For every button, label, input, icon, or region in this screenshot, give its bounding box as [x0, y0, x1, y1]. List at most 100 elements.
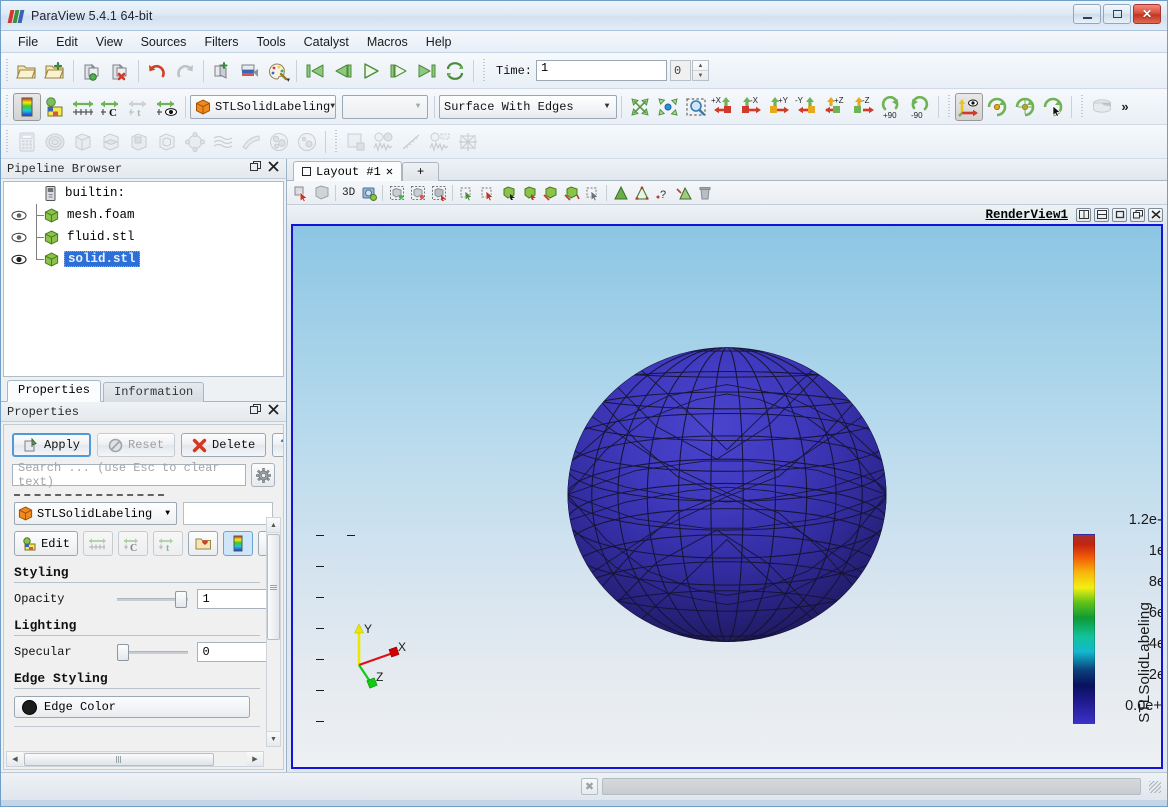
visibility-toggle-solid-stl[interactable] — [8, 254, 30, 265]
rescale-to-custom-icon[interactable]: C — [97, 93, 125, 121]
delete-button[interactable]: Delete — [181, 433, 266, 457]
camera-plus-y-icon[interactable]: +Y — [766, 93, 794, 121]
select-points-through-icon[interactable] — [407, 182, 428, 203]
rescale-to-data-button[interactable] — [83, 531, 113, 556]
view-mode-3d-button[interactable]: 3D — [339, 187, 358, 199]
visibility-toggle-fluid-stl[interactable] — [8, 232, 30, 243]
load-state-icon[interactable] — [106, 57, 134, 85]
pipeline-undock-icon[interactable] — [250, 161, 261, 176]
opacity-input[interactable]: 1 — [197, 589, 275, 609]
render-view[interactable]: Y X Z — [291, 224, 1163, 769]
color-array-combo[interactable]: STLSolidLabeling ▼ — [190, 95, 336, 119]
hover-cells-icon[interactable] — [610, 182, 631, 203]
toolbar-grip[interactable] — [4, 59, 11, 83]
menu-filters[interactable]: Filters — [195, 33, 247, 51]
layout-tab-close-icon[interactable]: ✕ — [386, 164, 393, 179]
close-view-icon[interactable] — [1148, 208, 1163, 222]
specular-input[interactable]: 0 — [197, 642, 275, 662]
search-input[interactable]: Search ... (use Esc to clear text) — [12, 464, 246, 486]
camera-minus-x-icon[interactable]: -X — [738, 93, 766, 121]
color-legend-icon[interactable] — [41, 93, 69, 121]
scroll-right-arrow[interactable]: ▶ — [247, 752, 263, 766]
select-points-polygon-icon[interactable] — [561, 182, 582, 203]
reset-camera-icon[interactable] — [626, 93, 654, 121]
open-file-icon[interactable] — [13, 57, 41, 85]
properties-close-icon[interactable] — [268, 404, 279, 419]
camera-undo-icon[interactable] — [358, 182, 379, 203]
apply-button[interactable]: Apply — [12, 433, 91, 457]
color-legend-visibility-button[interactable] — [223, 531, 253, 556]
visibility-toggle-mesh-foam[interactable] — [8, 210, 30, 221]
scroll-down-arrow[interactable]: ▼ — [267, 731, 280, 746]
split-horizontal-icon[interactable] — [1076, 208, 1091, 222]
pipeline-root-row[interactable]: builtin: — [4, 182, 283, 204]
time-index-field[interactable]: 0 — [670, 60, 691, 81]
coloring-component-field[interactable] — [183, 502, 273, 525]
pipeline-browser[interactable]: builtin: — [3, 181, 284, 377]
edge-color-button[interactable]: Edge Color — [14, 696, 250, 718]
select-cells-icon[interactable] — [311, 182, 332, 203]
first-frame-icon[interactable] — [301, 57, 329, 85]
camera-minus-z-icon[interactable]: -Z — [850, 93, 878, 121]
menu-macros[interactable]: Macros — [358, 33, 417, 51]
pipeline-item-mesh-foam[interactable]: mesh.foam — [4, 204, 283, 226]
camera-plus-x-icon[interactable]: +X — [710, 93, 738, 121]
save-state-icon[interactable] — [78, 57, 106, 85]
misc-toolbar-grip[interactable] — [1079, 95, 1086, 119]
loop-icon[interactable] — [441, 57, 469, 85]
open-recent-icon[interactable] — [41, 57, 69, 85]
horizontal-scroll-thumb[interactable] — [24, 753, 214, 766]
select-cells-through-icon[interactable] — [386, 182, 407, 203]
repr-toolbar-grip[interactable] — [4, 95, 11, 119]
time-index-spinner[interactable]: ▲ ▼ — [692, 60, 709, 81]
cancel-button[interactable]: ✖ — [581, 778, 598, 795]
edit-color-map-icon[interactable] — [13, 93, 41, 121]
menu-catalyst[interactable]: Catalyst — [295, 33, 358, 51]
select-custom-icon[interactable] — [582, 182, 603, 203]
help-button[interactable]: ? — [272, 433, 284, 457]
menu-help[interactable]: Help — [417, 33, 461, 51]
spinner-down-arrow[interactable]: ▼ — [693, 71, 708, 80]
rescale-to-temporal-button[interactable]: t — [153, 531, 183, 556]
edit-color-map-button[interactable]: Edit — [14, 531, 78, 556]
rescale-to-custom-button[interactable]: C — [118, 531, 148, 556]
pipeline-item-solid-stl[interactable]: solid.stl — [4, 248, 283, 270]
vertical-scroll-thumb[interactable] — [267, 534, 280, 640]
opacity-slider-knob[interactable] — [175, 591, 187, 608]
color-palette-icon[interactable]: ▾ — [264, 57, 292, 85]
reset-center-icon[interactable] — [983, 93, 1011, 121]
toolbar-overflow-icon[interactable]: » — [1116, 93, 1134, 121]
plots-toolbar-grip[interactable] — [333, 130, 340, 154]
coloring-array-combo[interactable]: STLSolidLabeling ▼ — [14, 502, 177, 525]
tab-layout-1[interactable]: Layout #1 ✕ — [293, 161, 402, 181]
play-icon[interactable] — [357, 57, 385, 85]
rescale-to-data-icon[interactable] — [69, 93, 97, 121]
menu-edit[interactable]: Edit — [47, 33, 87, 51]
rotate-plus-90-icon[interactable]: +90 — [878, 93, 906, 121]
maximize-view-icon[interactable] — [1112, 208, 1127, 222]
undock-view-icon[interactable] — [1130, 208, 1145, 222]
select-frustum-cells-icon[interactable] — [498, 182, 519, 203]
center-on-point-icon[interactable] — [1039, 93, 1067, 121]
tab-information[interactable]: Information — [103, 382, 204, 402]
clear-selection-icon[interactable] — [694, 182, 715, 203]
select-frustum-points-icon[interactable] — [519, 182, 540, 203]
scroll-left-arrow[interactable]: ◀ — [7, 752, 23, 766]
add-layout-tab[interactable]: + — [402, 162, 439, 181]
last-frame-icon[interactable] — [413, 57, 441, 85]
center-axes-toolbar-grip[interactable] — [946, 95, 953, 119]
time-input[interactable]: 1 — [536, 60, 667, 81]
menu-file[interactable]: File — [9, 33, 47, 51]
representation-combo[interactable]: Surface With Edges ▼ — [439, 95, 617, 119]
close-button[interactable]: ✕ — [1133, 4, 1161, 24]
split-vertical-icon[interactable] — [1094, 208, 1109, 222]
choose-preset-button[interactable] — [188, 531, 218, 556]
scalar-bar-gradient[interactable] — [1073, 534, 1095, 724]
interactive-select-icon[interactable] — [290, 182, 311, 203]
opacity-slider[interactable] — [117, 591, 188, 607]
pipeline-item-fluid-stl[interactable]: fluid.stl — [4, 226, 283, 248]
tab-properties[interactable]: Properties — [7, 380, 101, 402]
minimize-button[interactable] — [1073, 4, 1101, 24]
menu-view[interactable]: View — [87, 33, 132, 51]
menu-tools[interactable]: Tools — [247, 33, 294, 51]
